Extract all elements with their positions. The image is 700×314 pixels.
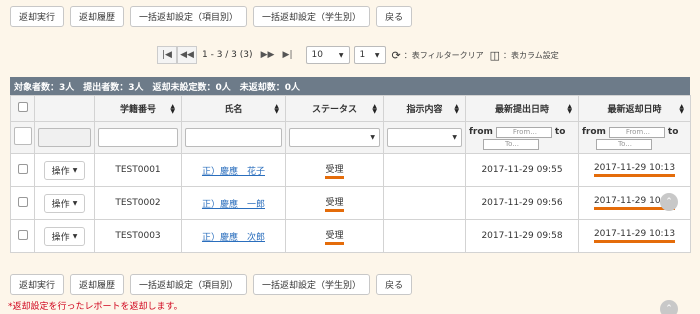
pager: |◀ ◀◀ 1 - 3 / 3 (3) ▶▶ ▶| 10 ▼ 1 ▼ ⟳ ：表フィルタ… (157, 45, 559, 65)
summary-bar: 対象者数：3人 提出者数：3人 返却未設定数：0人 未返却数：0人 (10, 77, 690, 95)
header-name[interactable]: 氏名 ▲ ▼ (181, 95, 286, 122)
filter-operation-cell (34, 121, 95, 154)
first-page-icon[interactable]: |◀ (157, 46, 177, 64)
last-page-icon[interactable]: ▶| (278, 46, 298, 64)
status-badge: 受理 (325, 228, 344, 245)
filter-checkbox[interactable] (14, 127, 32, 145)
submitted-datetime: 2017-11-29 09:56 (465, 186, 579, 220)
row-checkbox[interactable] (17, 163, 28, 174)
table-row: 操作 ▼ TEST0002 正）慶應 一郎 受理 2017-11-29 09:56… (10, 186, 691, 220)
select-all-checkbox[interactable] (17, 102, 28, 112)
bulk-return-by-item-button[interactable]: 一括返却設定（項目別） (130, 6, 248, 27)
header-operation (34, 95, 95, 122)
bulk-return-by-student-button[interactable]: 一括返却設定（学生別） (253, 6, 371, 27)
filter-name-input[interactable] (185, 128, 282, 147)
return-note: *返却設定を行ったレポートを返却します。 (8, 302, 183, 312)
filter-clear-link[interactable]: ⟳ ：表フィルタークリア (392, 49, 484, 62)
columns-icon: ◫ (489, 48, 500, 62)
returned-datetime: 2017-11-29 10:13 (593, 163, 676, 177)
filter-submitted-range: from From... to To... (465, 121, 579, 154)
filter-name-cell (181, 121, 286, 154)
return-history-button-bottom[interactable]: 返却履歴 (70, 274, 125, 295)
sort-icon[interactable]: ▲ ▼ (170, 104, 175, 115)
prev-page-icon[interactable]: ◀◀ (177, 46, 197, 64)
caret-down-icon: ▼ (452, 134, 457, 141)
operation-dropdown-button[interactable]: 操作 ▼ (43, 160, 86, 180)
table-row: 操作 ▼ TEST0003 正）慶應 次郎 受理 2017-11-29 09:58… (10, 219, 691, 253)
student-id: TEST0003 (94, 219, 182, 253)
student-name-link[interactable]: 正）慶應 次郎 (202, 233, 265, 243)
caret-down-icon: ▼ (374, 51, 380, 59)
caret-down-icon: ▼ (72, 166, 78, 174)
table-row: 操作 ▼ TEST0001 正）慶應 花子 受理 2017-11-29 09:55… (10, 153, 691, 187)
filter-student-id-input[interactable] (98, 128, 178, 147)
next-page-icon[interactable]: ▶▶ (258, 46, 278, 64)
top-toolbar: 返却実行 返却履歴 一括返却設定（項目別） 一括返却設定（学生別） 戻る (10, 6, 413, 27)
instruction-cell (383, 186, 466, 220)
filter-select-cell (10, 121, 35, 154)
returned-to-input[interactable]: To... (596, 138, 652, 150)
operation-dropdown-button[interactable]: 操作 ▼ (43, 193, 86, 213)
sort-icon[interactable]: ▲ ▼ (679, 104, 684, 115)
caret-down-icon: ▼ (72, 199, 78, 207)
header-instruction[interactable]: 指示内容 ▲ ▼ (383, 95, 466, 122)
filter-instruction-cell: ▼ (383, 121, 466, 154)
scroll-top-icon-bottom[interactable]: ⌃ (660, 300, 678, 314)
back-button-bottom[interactable]: 戻る (376, 274, 413, 295)
instruction-cell (383, 153, 466, 187)
filter-student-id-cell (94, 121, 182, 154)
filter-returned-range: from From... to To... (578, 121, 691, 154)
report-table: 学籍番号 ▲ ▼ 氏名 ▲ ▼ ステータス ▲ ▼ 指示内容 ▲ ▼ 最新提出日時 ▲ ▼ 最新返却… (10, 95, 691, 253)
header-student-id[interactable]: 学籍番号 ▲ ▼ (94, 95, 182, 122)
header-submitted[interactable]: 最新提出日時 ▲ ▼ (465, 95, 579, 122)
bulk-return-by-student-button-bottom[interactable]: 一括返却設定（学生別） (253, 274, 371, 295)
page-size-select[interactable]: 10 ▼ (305, 46, 350, 64)
refresh-icon: ⟳ (391, 48, 401, 62)
sort-icon[interactable]: ▲ ▼ (567, 104, 572, 115)
page-number-select[interactable]: 1 ▼ (353, 46, 386, 64)
return-history-button[interactable]: 返却履歴 (70, 6, 125, 27)
return-execute-button[interactable]: 返却実行 (10, 6, 65, 27)
page-range: 1 - 3 / 3 (3) (202, 50, 253, 60)
bulk-return-by-item-button-bottom[interactable]: 一括返却設定（項目別） (130, 274, 248, 295)
return-execute-button-bottom[interactable]: 返却実行 (10, 274, 65, 295)
filter-status-select[interactable]: ▼ (289, 128, 380, 147)
submitted-from-input[interactable]: From... (495, 126, 552, 138)
sort-icon[interactable]: ▲ ▼ (274, 104, 279, 115)
header-select-all (10, 95, 35, 122)
student-id: TEST0002 (94, 186, 182, 220)
header-status[interactable]: ステータス ▲ ▼ (285, 95, 384, 122)
submitted-to-input[interactable]: To... (483, 138, 539, 150)
returned-datetime: 2017-11-29 10:13 (593, 229, 676, 243)
status-badge: 受理 (325, 195, 344, 212)
filter-instruction-select[interactable]: ▼ (387, 128, 462, 147)
submitted-datetime: 2017-11-29 09:58 (465, 219, 579, 253)
column-settings-link[interactable]: ◫ ：表カラム設定 (490, 49, 559, 62)
sort-icon[interactable]: ▲ ▼ (372, 104, 377, 115)
caret-down-icon: ▼ (370, 134, 375, 141)
row-checkbox[interactable] (17, 229, 28, 240)
operation-dropdown-button[interactable]: 操作 ▼ (43, 226, 86, 246)
student-name-link[interactable]: 正）慶應 一郎 (202, 200, 265, 210)
back-button[interactable]: 戻る (376, 6, 413, 27)
caret-down-icon: ▼ (72, 232, 78, 240)
student-id: TEST0001 (94, 153, 182, 187)
sort-icon[interactable]: ▲ ▼ (454, 104, 459, 115)
returned-from-input[interactable]: From... (608, 126, 665, 138)
bottom-toolbar: 返却実行 返却履歴 一括返却設定（項目別） 一括返却設定（学生別） 戻る (10, 274, 413, 295)
filter-operation-box (38, 128, 91, 147)
row-checkbox[interactable] (17, 196, 28, 207)
filter-status-cell: ▼ (285, 121, 384, 154)
header-returned[interactable]: 最新返却日時 ▲ ▼ (578, 95, 691, 122)
instruction-cell (383, 219, 466, 253)
submitted-datetime: 2017-11-29 09:55 (465, 153, 579, 187)
student-name-link[interactable]: 正）慶應 花子 (202, 167, 265, 177)
caret-down-icon: ▼ (338, 51, 344, 59)
status-badge: 受理 (325, 162, 344, 179)
scroll-top-icon[interactable]: ⌃ (660, 193, 678, 211)
